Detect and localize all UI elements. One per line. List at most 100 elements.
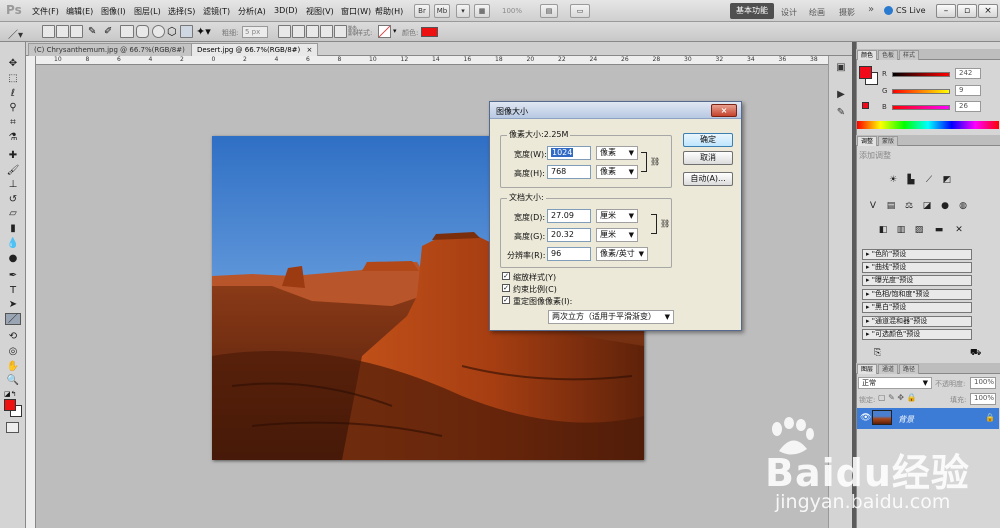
tab-chrysanthemum[interactable]: (C) Chrysanthemum.jpg @ 66.7%(RGB/8#) × bbox=[28, 43, 203, 56]
line-icon[interactable] bbox=[180, 25, 193, 38]
tab-paths[interactable]: 路径 bbox=[899, 364, 920, 374]
cancel-button[interactable]: 取消 bbox=[683, 151, 733, 165]
preset-channel-mixer[interactable]: ▸ "通道混和器"预设 bbox=[862, 316, 972, 327]
preset-curves[interactable]: ▸ "曲线"预设 bbox=[862, 262, 972, 273]
tab-desert[interactable]: Desert.jpg @ 66.7%(RGB/8#) × bbox=[191, 43, 319, 56]
menu-help[interactable]: 帮助(H) bbox=[375, 6, 403, 17]
scale-styles-checkbox[interactable]: ✓ bbox=[502, 272, 510, 280]
tab-channels[interactable]: 通道 bbox=[878, 364, 899, 374]
subtract-mode-icon[interactable] bbox=[306, 25, 319, 38]
resample-checkbox[interactable]: ✓ bbox=[502, 296, 510, 304]
menu-view[interactable]: 视图(V) bbox=[306, 6, 334, 17]
style-swatch[interactable] bbox=[378, 25, 391, 38]
brush-tool-icon[interactable]: 🖌 bbox=[5, 165, 21, 177]
more-workspaces-icon[interactable]: » bbox=[868, 4, 874, 15]
menu-filter[interactable]: 滤镜(T) bbox=[203, 6, 230, 17]
workspace-design[interactable]: 设计 bbox=[781, 7, 797, 18]
b-channel-value[interactable]: 26 bbox=[955, 101, 981, 112]
color-balance-icon[interactable]: ⚖ bbox=[902, 200, 916, 212]
path-select-tool-icon[interactable]: ➤ bbox=[5, 299, 21, 311]
adjust-footer-icon[interactable]: ⎘ bbox=[874, 348, 881, 358]
blend-mode-select[interactable]: 正常 ▼ bbox=[858, 377, 932, 389]
invert-icon[interactable]: ◧ bbox=[876, 224, 890, 236]
menu-window[interactable]: 窗口(W) bbox=[341, 6, 371, 17]
posterize-icon[interactable]: ▥ bbox=[894, 224, 908, 236]
foreground-color[interactable] bbox=[4, 399, 16, 411]
selective-color-icon[interactable]: ✕ bbox=[952, 224, 966, 236]
r-channel-slider[interactable] bbox=[892, 72, 950, 77]
zoom-level[interactable]: 100% bbox=[502, 7, 522, 15]
polygon-icon[interactable]: ⬡ bbox=[167, 25, 177, 38]
workspace-basic[interactable]: 基本功能 bbox=[730, 3, 774, 19]
gradient-tool-icon[interactable]: ▮ bbox=[5, 223, 21, 235]
menu-3d[interactable]: 3D(D) bbox=[274, 6, 298, 15]
tab-swatches[interactable]: 色板 bbox=[878, 50, 899, 60]
history-brush-tool-icon[interactable]: ↺ bbox=[5, 194, 21, 206]
menu-select[interactable]: 选择(S) bbox=[168, 6, 195, 17]
pixel-width-input[interactable]: 1024 bbox=[547, 146, 591, 160]
add-mode-icon[interactable] bbox=[292, 25, 305, 38]
type-tool-icon[interactable]: T bbox=[5, 285, 21, 297]
color-panel-small-swatch[interactable] bbox=[862, 102, 869, 109]
pen-icon[interactable]: ✎ bbox=[88, 26, 96, 37]
menu-analysis[interactable]: 分析(A) bbox=[238, 6, 266, 17]
line-tool-icon[interactable]: ／ bbox=[5, 313, 21, 325]
g-channel-value[interactable]: 9 bbox=[955, 85, 981, 96]
rectangle-icon[interactable] bbox=[120, 25, 134, 38]
tab-close-icon[interactable]: × bbox=[306, 46, 312, 54]
bridge-icon[interactable]: Br bbox=[414, 4, 430, 18]
pixel-height-input[interactable]: 768 bbox=[547, 165, 591, 179]
opacity-input[interactable]: 100% bbox=[970, 377, 996, 389]
hue-sat-icon[interactable]: ▤ bbox=[884, 200, 898, 212]
cs-live-button[interactable]: CS Live bbox=[896, 6, 926, 15]
eraser-tool-icon[interactable]: ▱ bbox=[5, 208, 21, 220]
pixel-height-unit[interactable]: 像素 ▼ bbox=[596, 165, 638, 179]
tab-masks[interactable]: 蒙版 bbox=[878, 136, 899, 146]
blur-tool-icon[interactable]: 💧 bbox=[5, 238, 21, 250]
b-channel-slider[interactable] bbox=[892, 105, 950, 110]
hand-zoom-icon[interactable]: ▾ bbox=[456, 4, 470, 18]
style-dropdown-icon[interactable]: ▾ bbox=[393, 27, 397, 35]
lasso-tool-icon[interactable]: ℓ bbox=[5, 88, 21, 100]
fill-pixels-icon[interactable] bbox=[70, 25, 83, 38]
dodge-tool-icon[interactable]: ● bbox=[5, 253, 21, 265]
doc-width-input[interactable]: 27.09 bbox=[547, 209, 591, 223]
menu-file[interactable]: 文件(F) bbox=[32, 6, 59, 17]
default-colors-icon[interactable]: ◪↰ bbox=[4, 390, 16, 398]
minimize-button[interactable]: – bbox=[936, 4, 956, 18]
ok-button[interactable]: 确定 bbox=[683, 133, 733, 147]
healing-tool-icon[interactable]: ✚ bbox=[5, 150, 21, 162]
color-spectrum-bar[interactable] bbox=[857, 121, 999, 129]
black-white-icon[interactable]: ◪ bbox=[920, 200, 934, 212]
tab-layers[interactable]: 图层 bbox=[857, 364, 878, 374]
arrange-docs-icon[interactable]: ▤ bbox=[540, 4, 558, 18]
levels-icon[interactable]: ▙ bbox=[904, 174, 918, 186]
curves-icon[interactable]: ⟋ bbox=[922, 174, 936, 186]
weight-input[interactable]: 5 px bbox=[242, 26, 268, 38]
preset-levels[interactable]: ▸ "色阶"预设 bbox=[862, 249, 972, 260]
line-tool-preset-icon[interactable]: ／▾ bbox=[8, 26, 23, 41]
r-channel-value[interactable]: 242 bbox=[955, 68, 981, 79]
stamp-tool-icon[interactable]: ⊥ bbox=[5, 179, 21, 191]
brush-panel-icon[interactable]: ✎ bbox=[835, 107, 847, 119]
color-panel-foreground[interactable] bbox=[859, 66, 872, 79]
zoom-tool-icon[interactable]: 🔍 bbox=[5, 375, 21, 387]
quick-select-tool-icon[interactable]: ⚲ bbox=[5, 102, 21, 114]
menu-image[interactable]: 图像(I) bbox=[101, 6, 126, 17]
doc-height-unit[interactable]: 厘米 ▼ bbox=[596, 228, 638, 242]
ellipse-icon[interactable] bbox=[152, 25, 165, 38]
lock-icons[interactable]: ▢ ✎ ✥ 🔒 bbox=[878, 393, 917, 402]
tab-color[interactable]: 颜色 bbox=[857, 50, 878, 60]
marquee-tool-icon[interactable]: ⬚ bbox=[5, 73, 21, 85]
crop-tool-icon[interactable]: ⌗ bbox=[5, 117, 21, 129]
exposure-icon[interactable]: ◩ bbox=[940, 174, 954, 186]
3d-rotate-tool-icon[interactable]: ⟲ bbox=[5, 331, 21, 343]
doc-height-input[interactable]: 20.32 bbox=[547, 228, 591, 242]
vibrance-icon[interactable]: V bbox=[866, 200, 880, 212]
3d-orbit-tool-icon[interactable]: ◎ bbox=[5, 346, 21, 358]
dialog-titlebar[interactable]: 图像大小 × bbox=[490, 102, 741, 119]
gradient-map-icon[interactable]: ▬ bbox=[932, 224, 946, 236]
quick-mask-icon[interactable] bbox=[6, 422, 19, 433]
custom-shape-icon[interactable]: ✦▾ bbox=[196, 25, 211, 38]
resample-method-select[interactable]: 两次立方（适用于平滑渐变） ▼ bbox=[548, 310, 674, 324]
